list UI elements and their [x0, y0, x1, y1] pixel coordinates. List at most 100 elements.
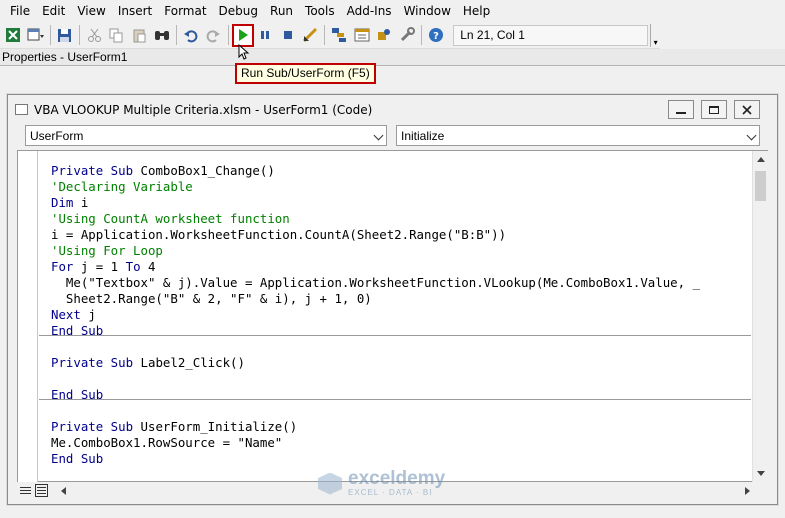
- code-text: i = Application.WorksheetFunction.CountA…: [51, 227, 507, 242]
- copy-icon[interactable]: [106, 24, 128, 47]
- excel-icon[interactable]: [2, 24, 24, 47]
- code-line[interactable]: Sheet2.Range("B" & 2, "F" & i), j + 1, 0…: [51, 291, 372, 307]
- cursor-position: Ln 21, Col 1: [453, 24, 649, 46]
- code-text: ComboBox1_Change(): [140, 163, 275, 178]
- code-text: j = 1: [80, 259, 126, 274]
- object-browser-icon[interactable]: [373, 24, 395, 47]
- code-pane[interactable]: Private Sub ComboBox1_Change() 'Declaring…: [39, 151, 751, 482]
- code-window: VBA VLOOKUP Multiple Criteria.xlsm - Use…: [7, 94, 778, 505]
- toolbar-options-icon[interactable]: ▾: [650, 23, 660, 47]
- code-text: 4: [148, 259, 156, 274]
- code-comment: 'Using For Loop: [51, 243, 163, 258]
- object-dropdown-value: UserForm: [30, 129, 84, 143]
- menu-help[interactable]: Help: [457, 0, 496, 22]
- menu-run[interactable]: Run: [264, 0, 299, 22]
- toolbox-icon[interactable]: [395, 24, 417, 47]
- menu-addins[interactable]: Add-Ins: [341, 0, 398, 22]
- code-line[interactable]: For j = 1 To 4: [51, 259, 155, 275]
- insert-userform-icon[interactable]: [24, 24, 46, 47]
- vertical-scrollbar[interactable]: [752, 151, 768, 482]
- code-text: i: [80, 195, 89, 210]
- menu-view[interactable]: View: [71, 0, 111, 22]
- watermark-tagline: EXCEL · DATA · BI: [348, 488, 433, 497]
- scroll-left-icon[interactable]: [61, 487, 66, 495]
- properties-window-icon[interactable]: [351, 24, 373, 47]
- code-keyword: For: [51, 259, 81, 274]
- code-line[interactable]: Next j: [51, 307, 96, 323]
- code-line[interactable]: 'Using For Loop: [51, 243, 163, 259]
- mouse-cursor-icon: [238, 44, 250, 60]
- code-keyword: Next: [51, 307, 89, 322]
- menu-format[interactable]: Format: [158, 0, 212, 22]
- cut-icon[interactable]: [83, 24, 105, 47]
- toolbar-separator: [324, 25, 326, 45]
- help-icon[interactable]: ?: [425, 24, 447, 47]
- toolbar-separator: [49, 25, 51, 45]
- menu-tools[interactable]: Tools: [299, 0, 341, 22]
- module-icon: [15, 104, 28, 115]
- chevron-down-icon: [373, 130, 384, 141]
- paste-icon[interactable]: [128, 24, 150, 47]
- code-text: UserForm_Initialize(): [140, 419, 298, 434]
- restore-button[interactable]: [701, 100, 727, 119]
- code-line[interactable]: End Sub: [51, 323, 103, 339]
- design-mode-icon[interactable]: [299, 24, 321, 47]
- code-line[interactable]: Dim i: [51, 195, 88, 211]
- undo-icon[interactable]: [180, 24, 202, 47]
- code-line[interactable]: 'Using CountA worksheet function: [51, 211, 290, 227]
- code-line[interactable]: i = Application.WorksheetFunction.CountA…: [51, 227, 506, 243]
- minimize-button[interactable]: [668, 100, 694, 119]
- redo-icon[interactable]: [202, 24, 224, 47]
- code-line[interactable]: Me("Textbox" & j).Value = Application.Wo…: [51, 275, 700, 291]
- procedure-dropdown-value: Initialize: [401, 129, 445, 143]
- properties-window-header: Properties - UserForm1: [0, 49, 785, 66]
- code-text: Label2_Click(): [140, 355, 245, 370]
- toolbar-separator: [420, 25, 422, 45]
- code-line[interactable]: Private Sub ComboBox1_Change(): [51, 163, 275, 179]
- menu-insert[interactable]: Insert: [112, 0, 158, 22]
- menu-debug[interactable]: Debug: [213, 0, 264, 22]
- margin-indicator-bar[interactable]: [18, 151, 38, 482]
- code-line[interactable]: End Sub: [51, 387, 103, 403]
- toolbar-separator: [79, 25, 81, 45]
- find-icon[interactable]: [150, 24, 172, 47]
- break-icon[interactable]: [254, 24, 276, 47]
- svg-text:?: ?: [433, 31, 439, 42]
- code-line[interactable]: Me.ComboBox1.RowSource = "Name": [51, 435, 282, 451]
- menu-file[interactable]: File: [4, 0, 36, 22]
- code-line[interactable]: End Sub: [51, 451, 103, 467]
- procedure-separator: [39, 335, 751, 336]
- scroll-right-icon[interactable]: [745, 487, 750, 495]
- run-triangle: [239, 29, 249, 41]
- toolbar-separator: [175, 25, 177, 45]
- run-tooltip: Run Sub/UserForm (F5): [235, 63, 376, 84]
- code-line[interactable]: Private Sub Label2_Click(): [51, 355, 245, 371]
- project-explorer-icon[interactable]: [328, 24, 350, 47]
- code-text: j: [88, 307, 96, 322]
- save-icon[interactable]: [54, 24, 76, 47]
- menu-edit[interactable]: Edit: [36, 0, 71, 22]
- scroll-up-icon[interactable]: [757, 157, 765, 162]
- menu-bar: File Edit View Insert Format Debug Run T…: [0, 0, 785, 22]
- code-keyword: Private Sub: [51, 163, 141, 178]
- properties-title: Properties - UserForm1: [2, 50, 128, 64]
- code-comment: 'Declaring Variable: [51, 179, 193, 194]
- code-keyword: Dim: [51, 195, 81, 210]
- full-module-view-button[interactable]: [35, 484, 48, 497]
- scroll-thumb[interactable]: [755, 171, 766, 201]
- code-keyword: Private Sub: [51, 355, 141, 370]
- procedure-view-button[interactable]: [19, 484, 32, 497]
- code-line[interactable]: 'Declaring Variable: [51, 179, 193, 195]
- watermark-name: exceldemy: [348, 468, 446, 489]
- object-dropdown[interactable]: UserForm: [25, 125, 387, 146]
- procedure-dropdown[interactable]: Initialize: [396, 125, 760, 146]
- code-editor[interactable]: Private Sub ComboBox1_Change() 'Declaring…: [17, 150, 768, 482]
- standard-toolbar: ? Ln 21, Col 1 ▾: [0, 22, 660, 49]
- reset-icon[interactable]: [276, 24, 298, 47]
- procedure-separator: [39, 399, 751, 400]
- code-line[interactable]: Private Sub UserForm_Initialize(): [51, 419, 297, 435]
- scroll-down-icon[interactable]: [757, 471, 765, 476]
- code-text: Sheet2.Range("B" & 2, "F" & i), j + 1, 0…: [51, 291, 372, 306]
- close-button[interactable]: [734, 100, 760, 119]
- menu-window[interactable]: Window: [398, 0, 457, 22]
